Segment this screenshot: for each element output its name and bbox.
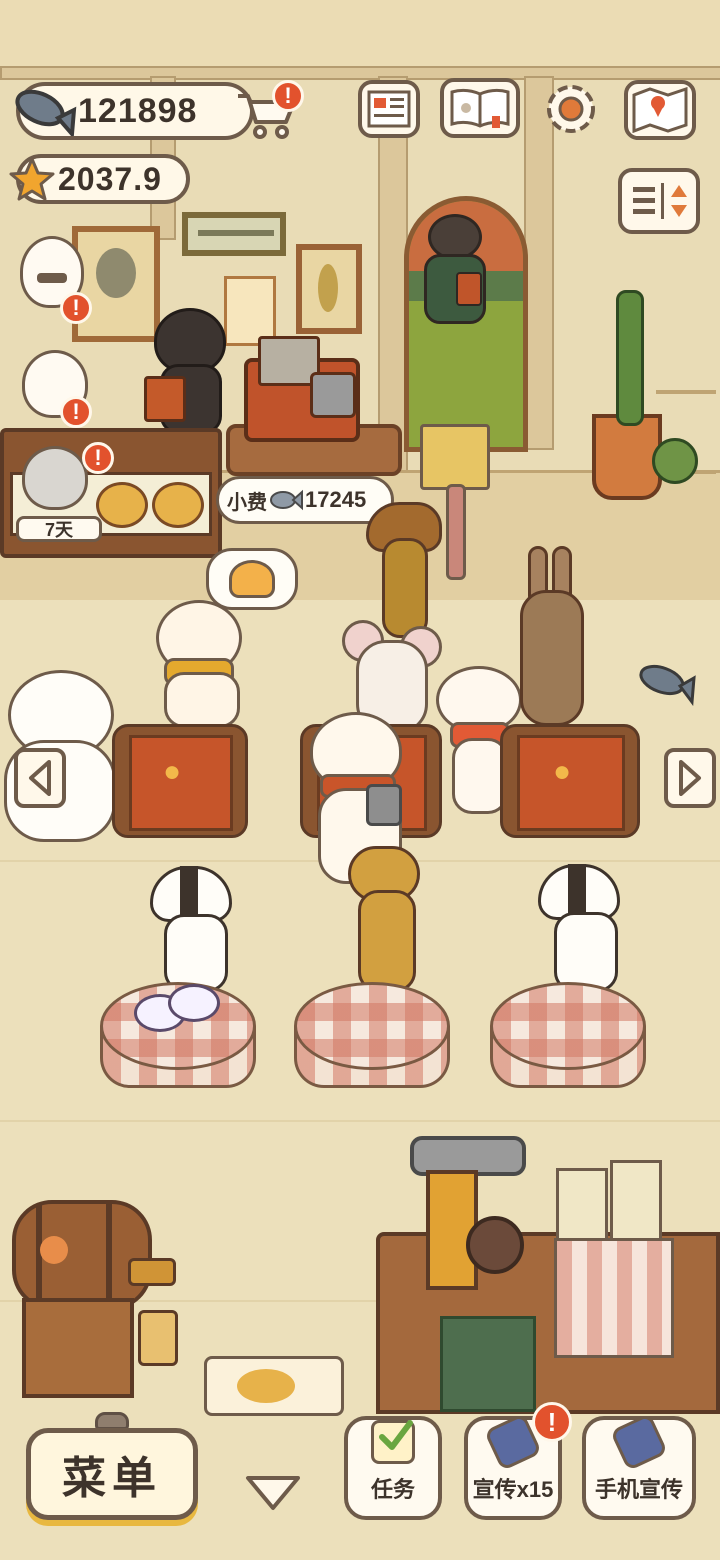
tasks-button[interactable]: 任务 — [344, 1416, 442, 1520]
black-cat-cashier[interactable] — [144, 306, 226, 434]
collapse-chevron-button[interactable] — [244, 1474, 302, 1512]
settings-button[interactable] — [540, 78, 602, 140]
mochi-dish — [134, 984, 220, 1032]
map-icon — [632, 87, 688, 133]
chevron-right-icon — [679, 760, 701, 796]
checklist-icon — [371, 1420, 415, 1464]
newspaper-button[interactable] — [358, 80, 420, 138]
fish-icon — [270, 489, 303, 511]
sort-toggle-button[interactable] — [618, 168, 700, 234]
paw-print-icon: ● — [163, 755, 182, 788]
table-middle[interactable] — [294, 982, 450, 1070]
small-cactus — [652, 438, 698, 484]
ceiling-beam — [0, 66, 720, 80]
shaved-ice-icon — [229, 560, 275, 598]
rabbit-customer[interactable] — [518, 546, 584, 726]
fish-icon — [15, 89, 77, 136]
fishbone-frame — [182, 212, 286, 256]
scroll-left-arrow[interactable] — [14, 748, 66, 808]
beer-mug — [138, 1310, 178, 1366]
queue-alert-1[interactable]: ! — [60, 292, 92, 324]
sofa-right[interactable]: ● — [500, 724, 640, 838]
menu-button[interactable]: 菜单 — [26, 1428, 198, 1520]
promote-alert-badge: ! — [532, 1402, 572, 1442]
sort-toggle-icon — [633, 183, 687, 219]
map-button[interactable] — [624, 80, 696, 140]
barrel-tap — [128, 1258, 176, 1286]
cactus — [616, 290, 644, 426]
shiba-customer[interactable] — [150, 600, 246, 728]
days-badge-text: 7天 — [44, 520, 73, 540]
hyena-customer[interactable] — [344, 846, 420, 992]
fish-amount: 121898 — [78, 91, 198, 130]
barrel[interactable] — [12, 1200, 152, 1310]
menu-button-label: 菜单 — [62, 1454, 162, 1503]
doorway-cat[interactable] — [420, 214, 490, 324]
queue-alert-2[interactable]: ! — [60, 396, 92, 428]
days-badge: 7天 — [16, 516, 102, 542]
dachshund-customer[interactable] — [356, 502, 442, 638]
floor-rug — [204, 1356, 344, 1416]
cash-register[interactable] — [244, 336, 360, 442]
star-amount: 2037.9 — [58, 160, 162, 197]
cafe-scene: 7天 ! ! ! 小费 17245 ● ● 121898 ! 2037.9 菜单… — [0, 0, 720, 1560]
promote-label: 宣传x15 — [472, 1477, 554, 1502]
coffee-bags — [556, 1160, 666, 1246]
coffee-machine[interactable] — [410, 1136, 530, 1302]
phone-promote-label: 手机宣传 — [594, 1477, 683, 1502]
badger-customer-left[interactable] — [150, 866, 232, 992]
ceiling — [0, 0, 720, 70]
queue-cat-3[interactable] — [22, 446, 88, 510]
scroll-right-arrow[interactable] — [664, 748, 716, 808]
table-right[interactable] — [490, 982, 646, 1070]
paw-book-icon — [450, 88, 510, 128]
cups-stack — [554, 1238, 674, 1358]
leaf-frame — [296, 244, 362, 334]
cat-portrait-frame — [72, 226, 160, 342]
sofa-left[interactable]: ● — [112, 724, 248, 838]
fish-pickup-icon[interactable] — [636, 656, 698, 706]
phone-promote-button[interactable]: 手机宣传 — [582, 1412, 696, 1520]
gear-icon — [547, 85, 595, 133]
chevron-left-icon — [29, 760, 51, 796]
paw-print-icon: ● — [553, 755, 572, 788]
tasks-label: 任务 — [370, 1477, 415, 1502]
queue-alert-3[interactable]: ! — [82, 442, 114, 474]
paw-book-button[interactable] — [440, 78, 520, 138]
star-icon — [9, 157, 55, 201]
smartphone-icon — [609, 1412, 669, 1472]
newspaper-icon — [367, 90, 411, 128]
shop-alert-badge: ! — [272, 80, 304, 112]
tip-label: 小费 — [227, 491, 267, 514]
badger-customer-right[interactable] — [538, 864, 622, 992]
barrel-stand — [22, 1298, 134, 1398]
